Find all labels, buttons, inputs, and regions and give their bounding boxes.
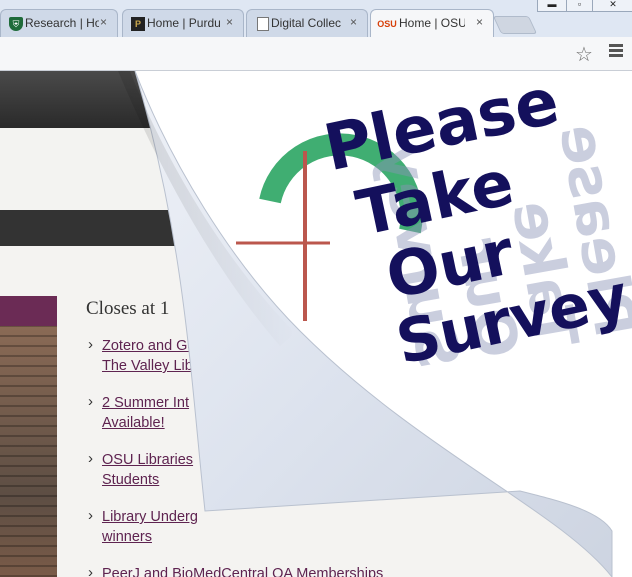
tab-title: Home | OSU bbox=[399, 16, 465, 30]
restore-button[interactable]: ▫ bbox=[566, 0, 593, 12]
tab-title: Digital Collec bbox=[271, 16, 342, 30]
close-window-button[interactable]: ✕ bbox=[592, 0, 632, 12]
tab-digital-collections[interactable]: Digital Collec × bbox=[246, 9, 368, 37]
minimize-button[interactable]: ▬ bbox=[537, 0, 567, 12]
tab-title: Home | Purdu bbox=[147, 16, 221, 30]
star-icon[interactable]: ☆ bbox=[575, 42, 593, 67]
hamburger-menu-icon[interactable] bbox=[609, 44, 623, 59]
tab-purdue[interactable]: P Home | Purdu × bbox=[122, 9, 244, 37]
purdue-p-icon: P bbox=[131, 17, 145, 31]
browser-toolbar: ☆ bbox=[0, 37, 632, 71]
tab-strip: ⛨ Research | Ho × P Home | Purdu × Digit… bbox=[0, 0, 632, 37]
tab-research[interactable]: ⛨ Research | Ho × bbox=[0, 9, 118, 37]
close-tab-icon[interactable]: × bbox=[350, 15, 357, 29]
survey-peel-overlay[interactable]: Survey Our Take Please Please Take Our S… bbox=[0, 71, 632, 577]
page-icon bbox=[257, 17, 269, 31]
close-tab-icon[interactable]: × bbox=[226, 15, 233, 29]
tulane-shield-icon: ⛨ bbox=[9, 17, 23, 31]
new-tab-button[interactable] bbox=[492, 16, 538, 34]
osu-logo-icon: OSU bbox=[377, 19, 397, 29]
tab-title: Research | Ho bbox=[25, 16, 99, 30]
close-tab-icon[interactable]: × bbox=[476, 15, 483, 29]
close-tab-icon[interactable]: × bbox=[100, 15, 107, 29]
tab-osu-home[interactable]: OSU Home | OSU × bbox=[370, 9, 494, 37]
